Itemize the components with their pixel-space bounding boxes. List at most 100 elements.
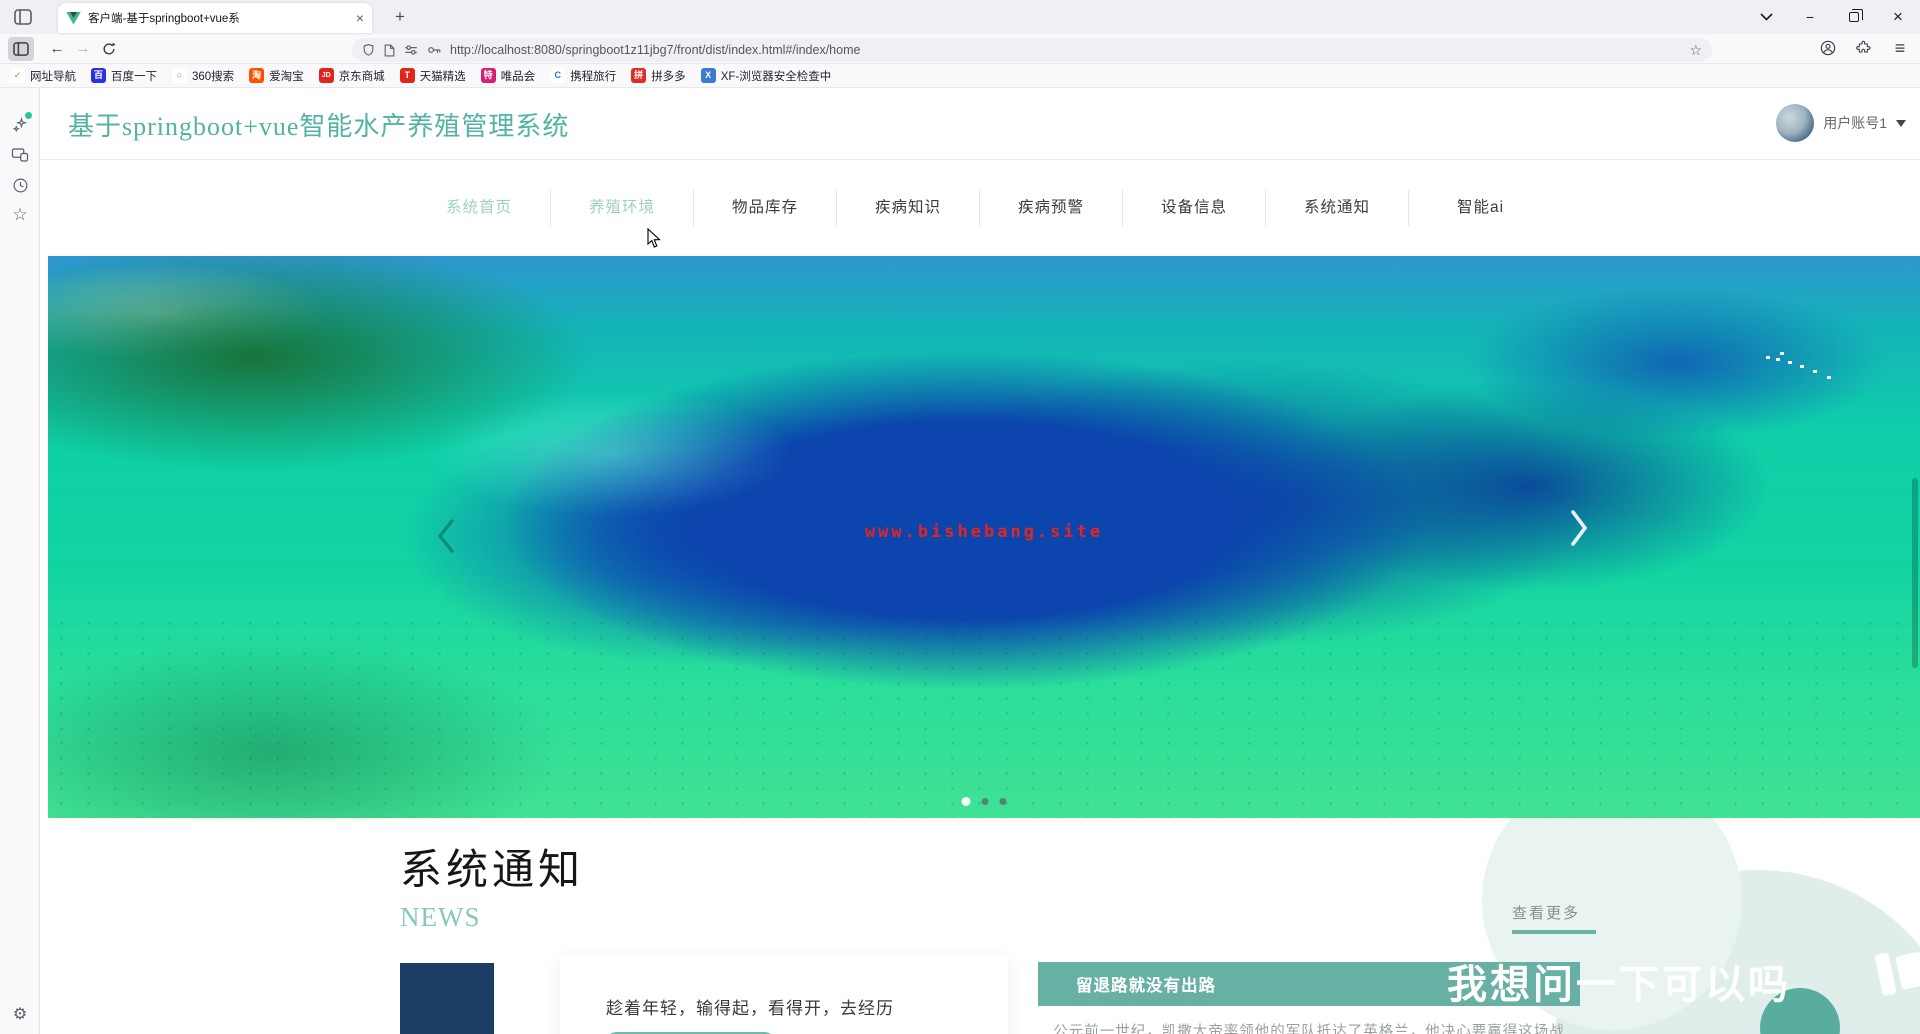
list-all-tabs-button[interactable] xyxy=(1744,0,1788,34)
tab-close-icon[interactable]: × xyxy=(356,10,364,26)
devices-icon xyxy=(11,148,29,162)
bookmark-item[interactable]: 拼拼多多 xyxy=(631,68,686,84)
see-more-underline xyxy=(1512,930,1596,934)
bookmark-item[interactable]: T 天猫精选 xyxy=(399,68,466,84)
news-thumbnail[interactable] xyxy=(400,963,494,1034)
user-account[interactable]: 用户账号1 xyxy=(1776,104,1906,142)
url-text[interactable]: http://localhost:8080/springboot1z11jbg7… xyxy=(450,43,1681,57)
new-tab-button[interactable]: + xyxy=(386,4,414,30)
sidebar-toggle-button[interactable] xyxy=(8,36,34,61)
bookmark-item[interactable]: 百百度一下 xyxy=(91,68,157,84)
minimize-button[interactable]: − xyxy=(1788,0,1832,34)
history-button[interactable] xyxy=(0,170,40,200)
bookmark-item[interactable]: JD 京东商城 xyxy=(318,68,385,84)
bookmark-star-icon[interactable]: ☆ xyxy=(1689,42,1702,59)
main-nav: 系统首页 养殖环境 物品库存 疾病知识 疾病预警 设备信息 系统通知 智能ai xyxy=(40,160,1920,256)
account-icon xyxy=(1820,40,1836,56)
water-villas xyxy=(1766,356,1770,359)
chevron-right-icon xyxy=(1571,510,1588,546)
url-bar[interactable]: http://localhost:8080/springboot1z11jbg7… xyxy=(352,38,1712,62)
bookmark-label: 360搜索 xyxy=(192,70,235,83)
page-scrollbar-thumb[interactable] xyxy=(1912,478,1918,668)
reload-icon xyxy=(103,41,116,54)
bookmark-favicon: 百 xyxy=(91,68,106,83)
mouse-cursor xyxy=(647,228,661,248)
bookmark-favicon: T xyxy=(399,68,415,83)
bookmark-item[interactable]: 特唯品会 xyxy=(480,68,536,84)
close-window-button[interactable]: × xyxy=(1876,0,1920,34)
site-header: 基于springboot+vue智能水产养殖管理系统 用户账号1 xyxy=(40,88,1920,160)
see-more-link[interactable]: 查看更多 xyxy=(1512,902,1580,923)
bookmarks-bar: ✓ 网址导航 百百度一下 ○ 360搜索 淘爱淘宝 JD 京东商城 T 天猫精选 特唯品… xyxy=(0,64,1920,88)
nav-item-disease-warning[interactable]: 疾病预警 xyxy=(980,190,1123,226)
bookmark-favicon: X xyxy=(700,68,716,83)
shield-icon[interactable] xyxy=(362,43,375,57)
gear-icon: ⚙ xyxy=(12,1006,28,1023)
news-item-title[interactable]: 趁着年轻，输得起，看得开，去经历 xyxy=(606,994,1008,1019)
news-section-title: 系统通知 xyxy=(400,848,585,894)
forward-button[interactable]: → xyxy=(70,37,96,61)
star-icon: ☆ xyxy=(12,205,28,224)
bookmark-item[interactable]: ○ 360搜索 xyxy=(172,68,234,84)
carousel-dot-1[interactable] xyxy=(961,797,971,806)
news-item-card[interactable]: 趁着年轻，输得起，看得开，去经历 2025-04-27 09:15:01 xyxy=(560,956,1008,1034)
nav-item-notices[interactable]: 系统通知 xyxy=(1266,190,1409,226)
nav-item-inventory[interactable]: 物品库存 xyxy=(694,190,837,226)
bookmark-label: 京东商城 xyxy=(338,70,385,83)
maximize-button[interactable] xyxy=(1832,0,1876,34)
synced-tabs-button[interactable] xyxy=(0,140,40,170)
sidebar-tabs-icon xyxy=(14,9,32,25)
bookmark-item[interactable]: X XF-浏览器安全检查中 xyxy=(700,68,831,84)
video-watermark-text: 我想问一下可以吗 xyxy=(1447,963,1791,1007)
nav-item-disease-knowledge[interactable]: 疾病知识 xyxy=(837,190,980,226)
permissions-icon[interactable] xyxy=(404,44,418,56)
back-button[interactable]: ← xyxy=(44,37,70,61)
restore-icon xyxy=(1849,9,1863,22)
bookmark-item[interactable]: ✓ 网址导航 xyxy=(10,68,76,84)
firefox-sidebar: ☆ ⚙ xyxy=(0,88,40,1034)
bookmark-item[interactable]: 淘爱淘宝 xyxy=(249,68,304,84)
bookmark-label: 百度一下 xyxy=(111,70,157,83)
site-title: 基于springboot+vue智能水产养殖管理系统 xyxy=(68,112,570,141)
nav-item-devices[interactable]: 设备信息 xyxy=(1123,190,1266,226)
menu-button[interactable]: ≡ xyxy=(1886,36,1914,60)
page-info-icon[interactable] xyxy=(384,44,395,57)
clock-icon xyxy=(13,178,27,192)
key-icon[interactable] xyxy=(427,44,441,56)
user-avatar[interactable] xyxy=(1776,104,1815,142)
sidebar-settings-button[interactable]: ⚙ xyxy=(0,1004,40,1024)
bookmark-label: 唯品会 xyxy=(500,70,536,83)
carousel-prev-button[interactable] xyxy=(436,518,456,559)
browser-tab[interactable]: 客户端-基于springboot+vue系 × xyxy=(58,3,372,33)
nav-item-environment[interactable]: 养殖环境 xyxy=(551,190,694,226)
bookmark-favicon: ✓ xyxy=(10,68,25,83)
bookmark-item[interactable]: C 携程旅行 xyxy=(550,68,616,84)
user-dropdown-caret-icon[interactable] xyxy=(1896,119,1906,127)
bookmark-favicon: C xyxy=(550,68,566,83)
bookmark-favicon: 拼 xyxy=(631,68,647,83)
bookmark-label: 携程旅行 xyxy=(570,70,617,83)
carousel-next-button[interactable] xyxy=(1568,508,1590,553)
bookmark-favicon: 特 xyxy=(480,68,496,83)
news-item-title[interactable]: 留退路就没有出路 xyxy=(1076,972,1216,996)
vue-favicon-icon xyxy=(66,11,81,25)
bookmark-label: 网址导航 xyxy=(30,70,76,83)
bookmarks-sidebar-button[interactable]: ☆ xyxy=(0,200,40,230)
extensions-button[interactable] xyxy=(1850,36,1878,60)
hero-watermark-text: www.bishebang.site xyxy=(864,522,1104,542)
nav-item-home[interactable]: 系统首页 xyxy=(408,190,551,226)
chevron-down-icon xyxy=(1759,13,1773,21)
news-section: 系统通知 NEWS 查看更多 趁着年轻，输得起，看得开，去经历 2025-04-… xyxy=(40,818,1920,1034)
puzzle-icon xyxy=(1856,40,1871,53)
tab-manager-icon[interactable] xyxy=(10,6,36,28)
news-section-subtitle: NEWS xyxy=(400,902,481,932)
account-button[interactable] xyxy=(1814,36,1842,60)
carousel-dot-2[interactable] xyxy=(981,798,989,805)
reload-button[interactable] xyxy=(96,37,122,61)
bookmark-favicon: ○ xyxy=(172,68,187,83)
nav-item-ai[interactable]: 智能ai xyxy=(1409,190,1552,226)
carousel-dot-3[interactable] xyxy=(999,798,1007,805)
ai-chat-sidebar-button[interactable] xyxy=(0,110,40,140)
hero-carousel[interactable]: www.bishebang.site xyxy=(48,256,1920,818)
browser-toolbar: ← → http://localhost:8080/springboot1z11… xyxy=(0,34,1920,64)
